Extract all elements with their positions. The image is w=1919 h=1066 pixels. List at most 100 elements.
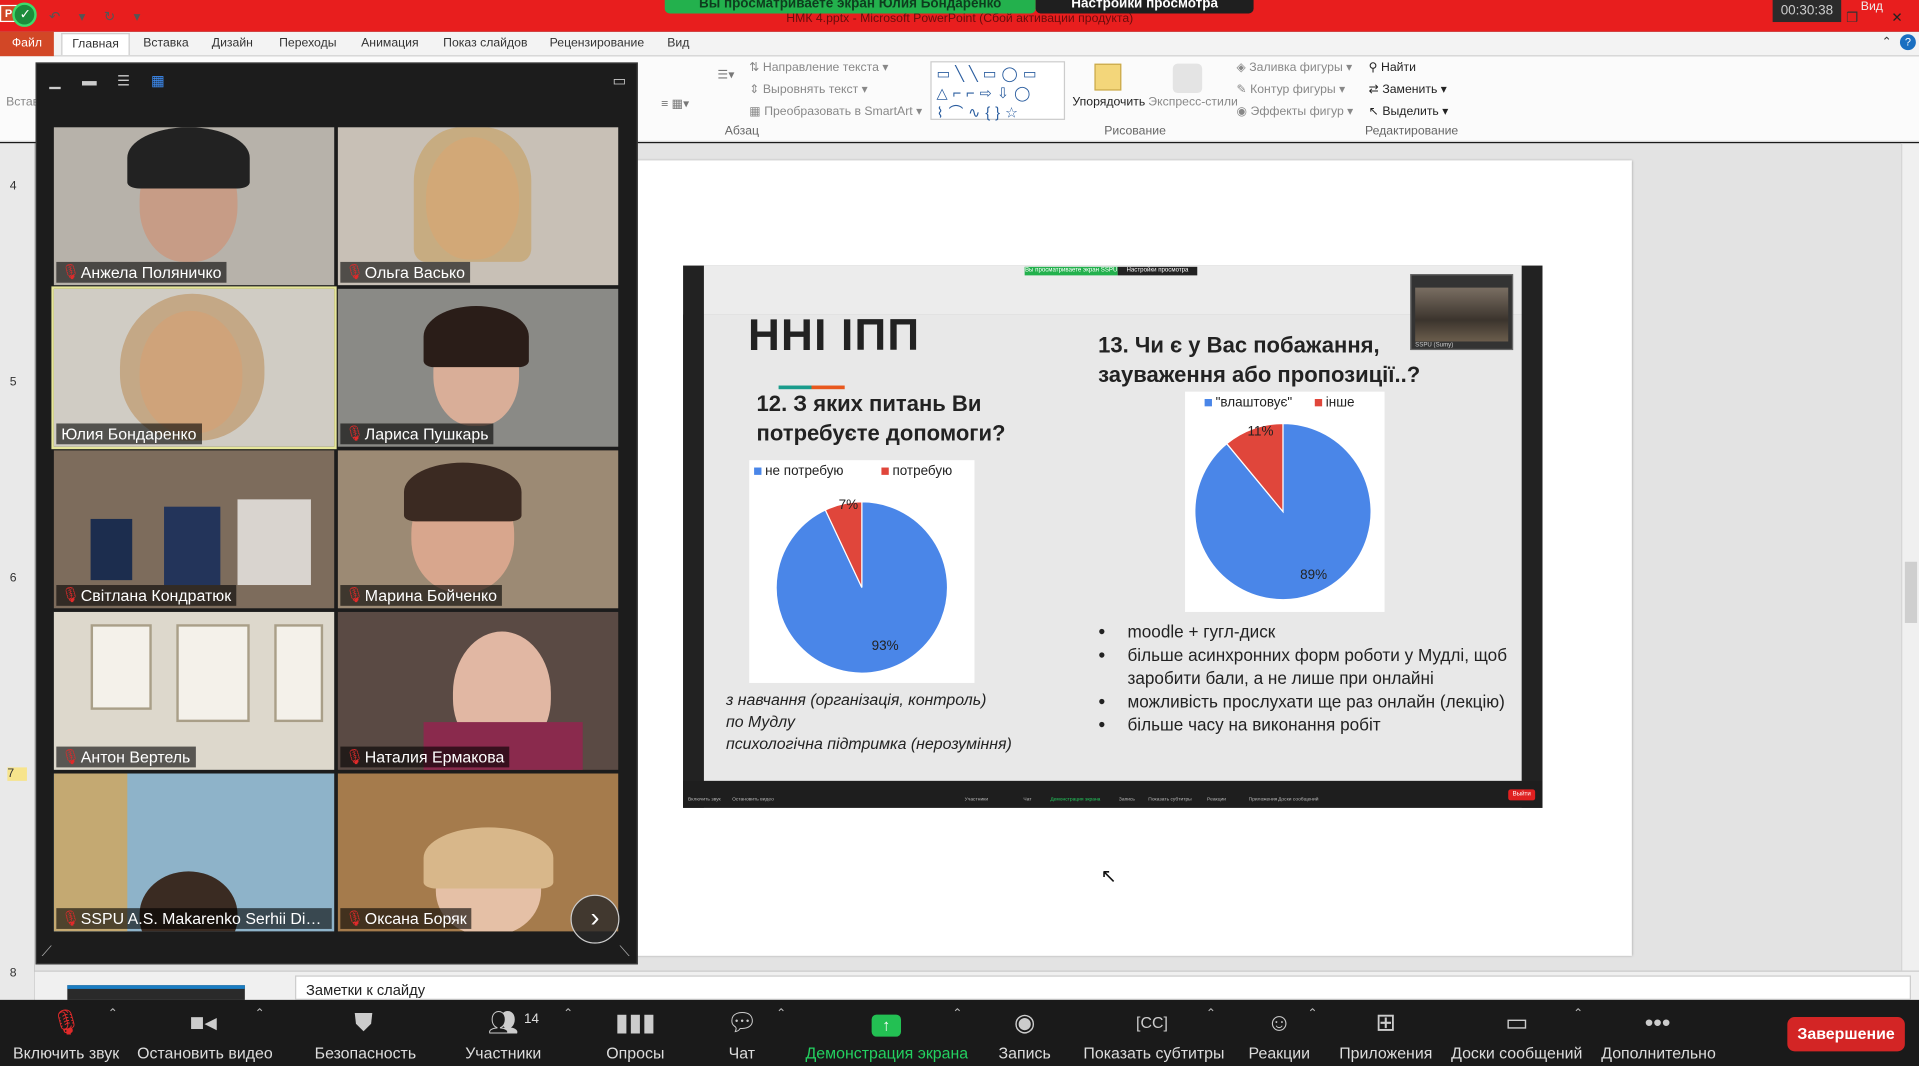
- paragraph-align-icons[interactable]: ≡ ▦▾: [661, 98, 689, 111]
- chevron-up-icon[interactable]: ⌃: [255, 1007, 265, 1020]
- reactions-button[interactable]: ☺ Реакции ⌃: [1246, 1007, 1318, 1063]
- vertical-scrollbar[interactable]: [1901, 143, 1919, 971]
- muted-mic-icon: 🎙︎: [61, 263, 80, 281]
- participant-tile[interactable]: 🎙︎ Світлана Кондратюк: [53, 450, 335, 609]
- participant-tile[interactable]: 🎙︎ Ольга Васько: [337, 127, 619, 286]
- slide-number-6: 6: [9, 571, 17, 586]
- window-title: НМК 4.pptx - Microsoft PowerPoint (Сбой …: [786, 12, 1134, 26]
- stop-video-button[interactable]: ■◂ Остановить видео ⌃: [137, 1007, 273, 1062]
- slide-number-5: 5: [9, 375, 17, 390]
- tab-design[interactable]: Дизайн: [212, 37, 253, 50]
- more-button[interactable]: ••• Дополнительно: [1601, 1007, 1716, 1063]
- tab-insert[interactable]: Вставка: [143, 37, 189, 50]
- tab-transitions[interactable]: Переходы: [279, 37, 336, 50]
- resize-handle-right-icon[interactable]: ⟍: [619, 942, 629, 960]
- line-spacing-icon[interactable]: ☰▾: [717, 69, 734, 82]
- chevron-up-icon[interactable]: ⌃: [1307, 1007, 1317, 1020]
- view-menu-label[interactable]: Вид: [1861, 0, 1883, 13]
- zoom-participants-panel: ▁ ▬ ☰ ▦ ▭ 🎙︎ Анжела Поляничко 🎙︎ Ольга В…: [35, 62, 638, 965]
- shape-fill-button[interactable]: ◈ Заливка фигуры ▾: [1236, 61, 1352, 74]
- record-button[interactable]: ◉ Запись: [996, 1007, 1052, 1063]
- view-options-button[interactable]: Настройки просмотра: [1035, 0, 1254, 14]
- chevron-up-icon[interactable]: ⌃: [1206, 1007, 1216, 1020]
- participant-tile[interactable]: 🎙︎ Марина Бойченко: [337, 450, 619, 609]
- tab-file[interactable]: Файл: [0, 31, 54, 57]
- participant-tile[interactable]: 🎙︎ Лариса Пушкарь: [337, 288, 619, 447]
- participant-tile-active-speaker[interactable]: Юлия Бондаренко: [51, 286, 337, 450]
- share-arrow-icon: ↑: [871, 1014, 902, 1037]
- replace-button[interactable]: ⇄ Заменить ▾: [1369, 83, 1447, 96]
- chevron-up-icon[interactable]: ⌃: [1573, 1007, 1583, 1020]
- shape-effects-button[interactable]: ◉ Эффекты фигур ▾: [1236, 105, 1353, 118]
- arrange-button[interactable]: Упорядочить: [1072, 95, 1145, 108]
- restore-icon[interactable]: ❐: [1846, 10, 1858, 26]
- chevron-up-icon[interactable]: ⌃: [563, 1007, 573, 1020]
- polls-button[interactable]: ▮▮▮ Опросы: [605, 1007, 666, 1063]
- paste-label[interactable]: Встав: [6, 95, 39, 108]
- screen-share-banner: Вы просматриваете экран Юлия Бондаренко: [664, 0, 1036, 14]
- select-button[interactable]: ↖ Выделить ▾: [1369, 105, 1449, 118]
- text-direction-button[interactable]: ⇅ Направление текста ▾: [749, 61, 888, 74]
- chevron-up-icon[interactable]: ⌃: [952, 1007, 962, 1020]
- drawing-group-label: Рисование: [1104, 124, 1166, 139]
- tab-review[interactable]: Рецензирование: [550, 37, 645, 50]
- q12-answers: з навчання (організація, контроль) по Му…: [726, 689, 1012, 755]
- smartart-label: Преобразовать в SmartArt: [764, 105, 913, 119]
- tab-animation[interactable]: Анимация: [361, 37, 418, 50]
- chevron-up-icon[interactable]: ⌃: [108, 1007, 118, 1020]
- apps-button[interactable]: ⊞ Приложения: [1337, 1007, 1435, 1063]
- collapse-ribbon-icon[interactable]: ⌃: [1882, 35, 1892, 48]
- quick-styles-icon: [1172, 63, 1203, 94]
- participant-tile[interactable]: 🎙︎ Анжела Поляничко: [53, 127, 335, 286]
- shape-outline-button[interactable]: ✎ Контур фигуры ▾: [1236, 83, 1345, 96]
- exit-minimize-icon[interactable]: ▭: [611, 73, 628, 88]
- scrollbar-thumb[interactable]: [1904, 561, 1918, 623]
- participant-hair: [423, 305, 529, 368]
- end-meeting-button[interactable]: Завершение: [1787, 1017, 1905, 1052]
- tab-home[interactable]: Главная: [61, 33, 130, 56]
- smartart-button[interactable]: ▦ Преобразовать в SmartArt ▾: [749, 105, 922, 118]
- chevron-up-icon[interactable]: ⌃: [776, 1007, 786, 1020]
- shapes-gallery[interactable]: ▭╲╲▭◯▭ △⌐⌐⇨⇩◯ ⌇⌒∿{}☆: [930, 61, 1066, 121]
- muted-mic-icon: 🎙︎: [61, 909, 80, 927]
- speaker-view-icon[interactable]: ▬: [81, 73, 98, 88]
- resize-handle-left-icon[interactable]: ⟋: [42, 942, 52, 960]
- muted-mic-icon: 🎙︎: [345, 424, 364, 442]
- quick-styles-button[interactable]: Экспресс-стили: [1148, 95, 1238, 108]
- mini-zoom-toolbar: Включить звук Остановить видео Участники…: [683, 780, 1543, 808]
- slide-number-7: 7: [7, 767, 27, 781]
- chat-button[interactable]: 💬︎ Чат ⌃: [722, 1007, 786, 1062]
- slide-thumbnail-panel[interactable]: 4 5 6 7 8: [0, 143, 35, 1000]
- participants-button[interactable]: 👥︎ Участники 14 ⌃: [465, 1007, 573, 1062]
- more-dots-icon: •••: [1644, 1009, 1671, 1037]
- align-text-button[interactable]: ⇕ Выровнять текст ▾: [749, 83, 868, 96]
- align-text-label: Выровнять текст: [762, 83, 859, 97]
- reactions-label: Реакции: [1248, 1043, 1311, 1063]
- unmute-button[interactable]: 🎙︎ Включить звук ⌃: [12, 1007, 120, 1062]
- pie-12-label-a: 93%: [871, 638, 899, 654]
- participant-tile[interactable]: 🎙︎ SSPU A.S. Makarenko Serhii Dieni...: [53, 773, 335, 932]
- slide-notes-field[interactable]: Заметки к слайду: [295, 975, 1911, 1000]
- strip-view-icon[interactable]: ☰: [115, 73, 132, 88]
- participant-tile[interactable]: 🎙︎ Антон Вертель: [53, 611, 335, 770]
- close-icon[interactable]: ✕: [1891, 10, 1902, 26]
- next-page-chevron-icon[interactable]: ›: [570, 894, 620, 944]
- tab-slideshow[interactable]: Показ слайдов: [443, 37, 527, 50]
- whiteboards-button[interactable]: ▭ Доски сообщений ⌃: [1451, 1007, 1583, 1062]
- find-button[interactable]: ⚲ Найти: [1369, 61, 1416, 74]
- gallery-view-icon[interactable]: ▦: [149, 73, 166, 88]
- captions-button[interactable]: [CC] Показать субтитры ⌃: [1083, 1007, 1224, 1062]
- muted-mic-icon: 🎙︎: [345, 747, 364, 765]
- select-label: Выделить: [1382, 105, 1439, 119]
- shield-icon: ⛊: [354, 1009, 373, 1037]
- minimize-icon[interactable]: ▁: [47, 73, 64, 88]
- apps-label: Приложения: [1339, 1043, 1433, 1063]
- cc-icon: [CC]: [1136, 1013, 1168, 1032]
- security-button[interactable]: ⛊ Безопасность: [315, 1007, 417, 1063]
- q13-bullets: moodle + гугл-диск більше асинхронних фо…: [1098, 621, 1514, 737]
- share-screen-button[interactable]: ↑ Демонстрация экрана ⌃: [806, 1007, 969, 1062]
- tab-view[interactable]: Вид: [667, 37, 689, 50]
- slide-8-thumbnail[interactable]: [67, 985, 245, 1000]
- participant-tile[interactable]: 🎙︎ Наталия Ермакова: [337, 611, 619, 770]
- help-icon[interactable]: ?: [1899, 34, 1916, 51]
